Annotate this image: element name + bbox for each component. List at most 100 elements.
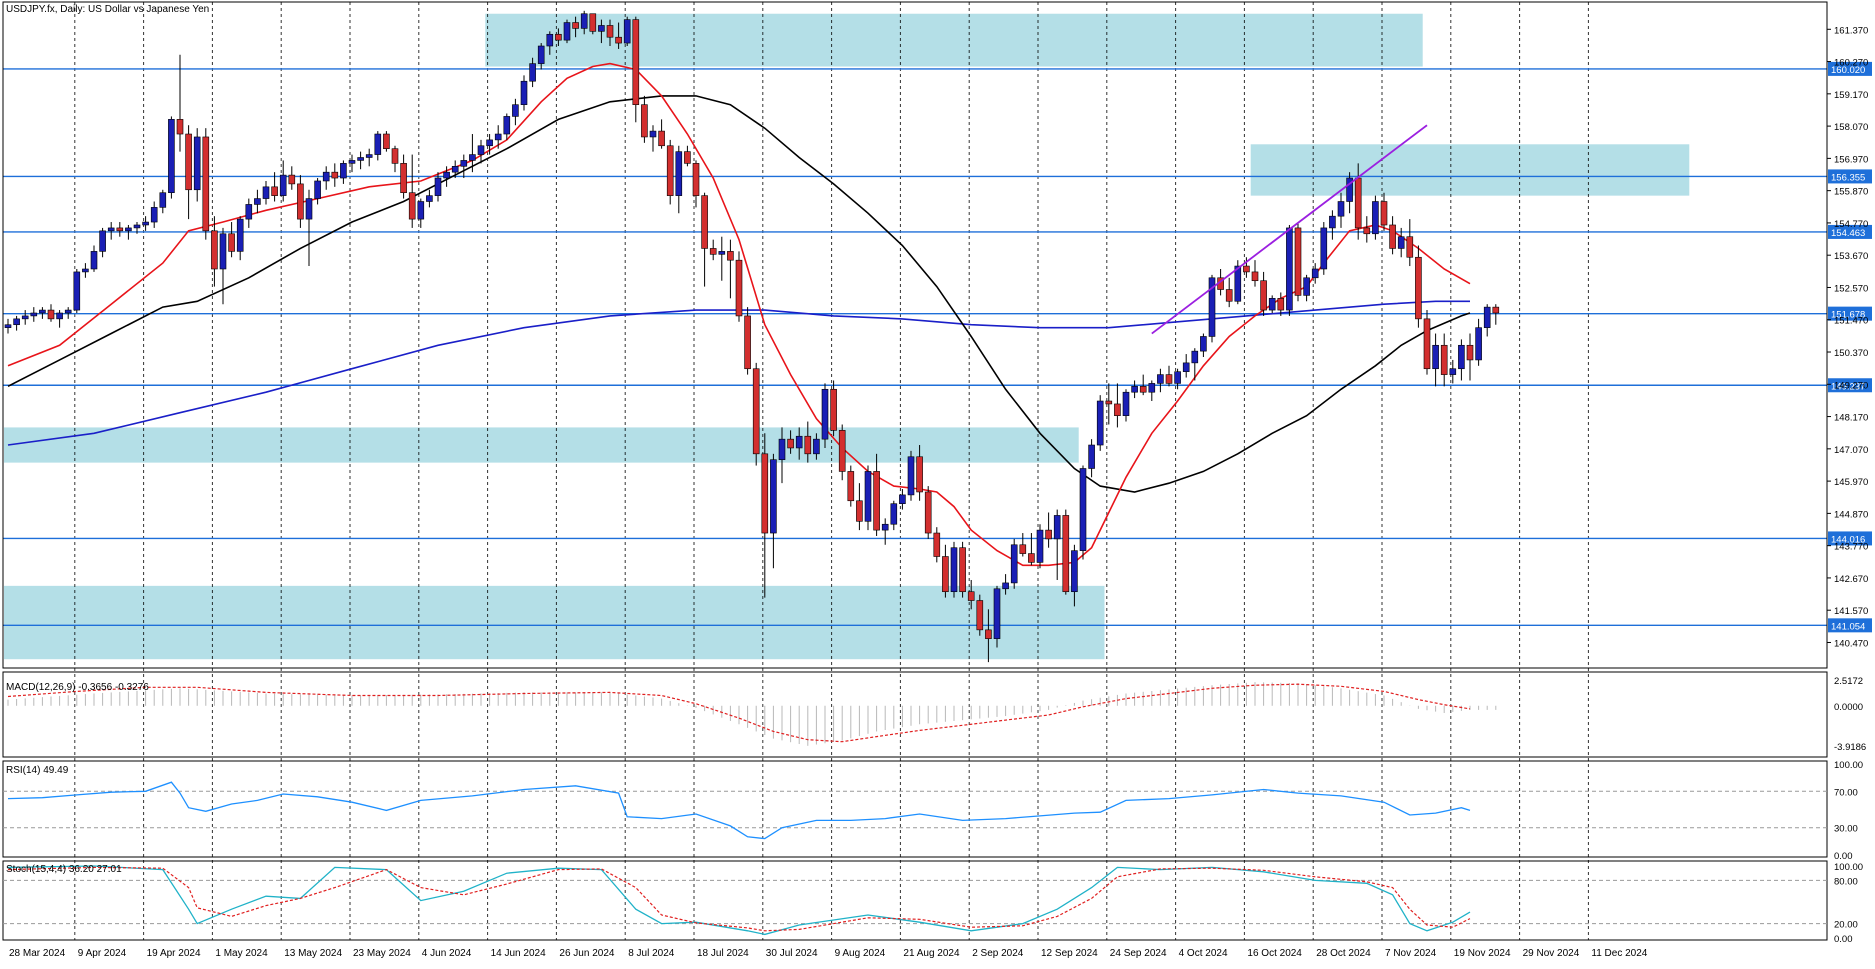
bull-candle (1458, 344, 1465, 370)
bull-candle (254, 198, 261, 205)
bear-candle (692, 163, 700, 196)
x-tick-label: 7 Nov 2024 (1385, 948, 1437, 959)
bear-candle (1389, 224, 1396, 249)
bear-candle (787, 438, 794, 449)
bull-candle (1200, 336, 1207, 352)
bull-candle (950, 547, 958, 593)
key-level-label: 156.355 (1831, 172, 1865, 183)
bear-candle (735, 259, 743, 317)
bull-candle (56, 312, 63, 320)
x-tick-label: 29 Nov 2024 (1523, 948, 1580, 959)
bear-candle (615, 36, 622, 44)
macd-label: MACD(12,26,9) -0.3656 -0.3276 (6, 682, 149, 693)
bear-candle (916, 456, 923, 493)
y-tick-label: 160.270 (1834, 58, 1868, 69)
x-tick-label: 24 Sep 2024 (1110, 948, 1167, 959)
bear-candle (1415, 256, 1422, 320)
bear-candle (985, 629, 992, 639)
bull-candle (142, 221, 149, 226)
bull-candle (486, 139, 493, 147)
rsi-label: RSI(14) 49.49 (6, 765, 69, 776)
x-tick-label: 13 May 2024 (284, 948, 342, 959)
bull-candle (4, 324, 12, 328)
price-zone (1250, 144, 1690, 196)
bear-candle (856, 500, 863, 522)
bear-candle (727, 251, 734, 261)
bull-candle (1234, 265, 1242, 302)
bull-candle (30, 312, 38, 317)
bear-candle (400, 163, 407, 194)
bull-candle (340, 163, 347, 179)
bear-candle (942, 556, 949, 593)
y-tick-label: 150.370 (1834, 348, 1868, 359)
bull-candle (1483, 306, 1491, 328)
bear-candle (176, 119, 184, 135)
bear-candle (666, 145, 674, 196)
y-tick-label: 142.670 (1834, 574, 1868, 585)
bull-candle (821, 388, 829, 440)
bear-candle (1062, 515, 1070, 593)
bear-candle (1019, 544, 1027, 554)
bear-candle (1165, 374, 1173, 384)
x-tick-label: 12 Sep 2024 (1041, 948, 1098, 959)
x-tick-label: 2 Sep 2024 (972, 948, 1024, 959)
x-tick-label: 23 May 2024 (353, 948, 411, 959)
bear-candle (47, 309, 55, 320)
y-tick-label: 152.570 (1834, 283, 1868, 294)
stoch-y-tick-label: 100.00 (1834, 862, 1863, 873)
bull-candle (778, 438, 786, 460)
bear-candle (116, 227, 124, 232)
trading-chart[interactable]: 160.020156.355154.463151.678149.237144.0… (0, 0, 1875, 964)
bear-candle (1251, 271, 1259, 282)
bull-candle (598, 25, 605, 32)
bear-candle (1380, 201, 1388, 226)
stoch-y-tick-label: 0.00 (1834, 934, 1853, 945)
x-tick-label: 11 Dec 2024 (1591, 948, 1647, 959)
bear-candle (632, 19, 640, 105)
bull-candle (1096, 400, 1104, 446)
bull-candle (537, 45, 545, 64)
bull-candle (417, 201, 425, 220)
bull-candle (795, 435, 803, 449)
bear-candle (1260, 280, 1267, 311)
bull-candle (1311, 268, 1319, 279)
stoch-label: Stoch(15,4,4) 36.20 27.01 (6, 864, 122, 875)
bull-candle (245, 204, 253, 220)
bull-candle (73, 271, 81, 311)
bull-candle (563, 22, 571, 41)
bull-candle (107, 227, 115, 232)
bull-candle (1182, 362, 1190, 372)
bear-candle (976, 600, 984, 631)
bear-candle (830, 388, 837, 431)
bull-candle (460, 160, 468, 167)
bull-candle (494, 133, 502, 141)
bull-candle (770, 459, 777, 534)
bull-candle (1036, 529, 1044, 563)
bull-candle (1174, 371, 1181, 384)
main-chart-title: USDJPY.fx, Daily: US Dollar vs Japanese … (6, 4, 209, 15)
rsi-y-tick-label: 70.00 (1834, 787, 1858, 798)
bull-candle (426, 195, 433, 202)
bull-candle (503, 116, 511, 135)
bull-candle (305, 198, 313, 220)
rsi-y-tick-label: 100.00 (1834, 760, 1863, 771)
bear-candle (1466, 344, 1474, 361)
chart-root: 160.020 156.355 154.463 151.678 149.237 144.0… (0, 0, 1875, 964)
bull-candle (365, 154, 373, 158)
bear-candle (1277, 298, 1285, 311)
key-level-label: 141.054 (1831, 621, 1865, 632)
bear-candle (606, 25, 614, 38)
y-tick-label: 147.070 (1834, 445, 1868, 456)
bull-candle (546, 33, 554, 47)
x-tick-label: 4 Oct 2024 (1179, 948, 1228, 959)
bear-candle (701, 195, 708, 249)
y-tick-label: 155.870 (1834, 187, 1868, 198)
bull-candle (1372, 201, 1379, 235)
bull-candle (993, 588, 1001, 639)
bear-candle (1363, 227, 1371, 235)
y-tick-label: 156.970 (1834, 154, 1868, 165)
x-tick-label: 28 Mar 2024 (9, 948, 66, 959)
bull-candle (1286, 227, 1293, 311)
bull-candle (1079, 468, 1087, 551)
bull-candle (150, 207, 158, 223)
